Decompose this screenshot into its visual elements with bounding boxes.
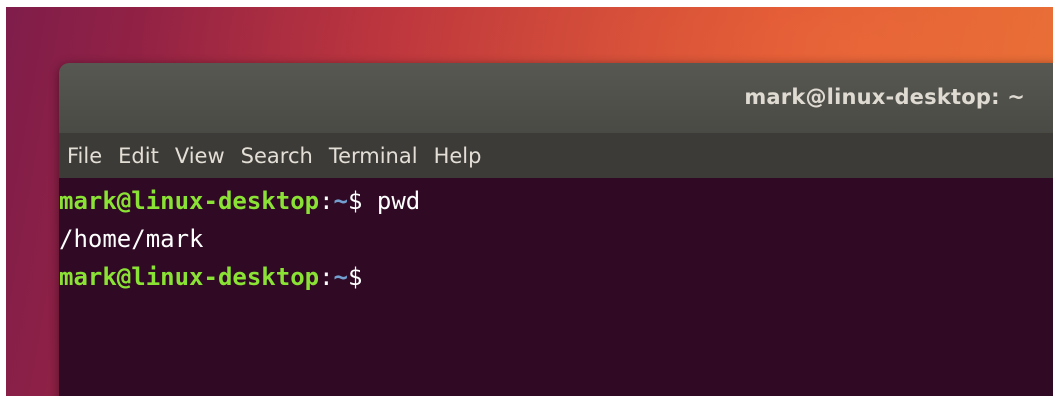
terminal-line-command: mark@linux-desktop:~$ pwd xyxy=(59,182,1053,220)
terminal-line-output: /home/mark xyxy=(59,220,1053,258)
prompt-user-host: mark@linux-desktop xyxy=(59,263,320,291)
prompt-path: ~ xyxy=(333,187,348,215)
prompt-path: ~ xyxy=(333,263,348,291)
menu-item-terminal[interactable]: Terminal xyxy=(329,144,418,168)
terminal-window[interactable]: mark@linux-desktop: ~ File Edit View Sea… xyxy=(59,63,1053,396)
prompt-colon: : xyxy=(319,263,334,291)
window-title: mark@linux-desktop: ~ xyxy=(744,85,1025,109)
terminal-output-area[interactable]: mark@linux-desktop:~$ pwd /home/mark mar… xyxy=(59,178,1053,396)
desktop-background: mark@linux-desktop: ~ File Edit View Sea… xyxy=(6,7,1053,396)
menu-item-view[interactable]: View xyxy=(175,144,225,168)
menu-bar: File Edit View Search Terminal Help xyxy=(59,133,1053,178)
command-text: pwd xyxy=(376,187,421,215)
terminal-line-prompt: mark@linux-desktop:~$ xyxy=(59,258,1053,296)
window-titlebar[interactable]: mark@linux-desktop: ~ xyxy=(59,63,1053,133)
menu-item-help[interactable]: Help xyxy=(434,144,482,168)
menu-item-edit[interactable]: Edit xyxy=(118,144,159,168)
prompt-symbol: $ xyxy=(348,187,377,215)
menu-item-file[interactable]: File xyxy=(67,144,102,168)
command-output: /home/mark xyxy=(59,225,204,253)
menu-item-search[interactable]: Search xyxy=(241,144,313,168)
prompt-colon: : xyxy=(319,187,334,215)
prompt-user-host: mark@linux-desktop xyxy=(59,187,320,215)
prompt-symbol: $ xyxy=(348,263,363,291)
